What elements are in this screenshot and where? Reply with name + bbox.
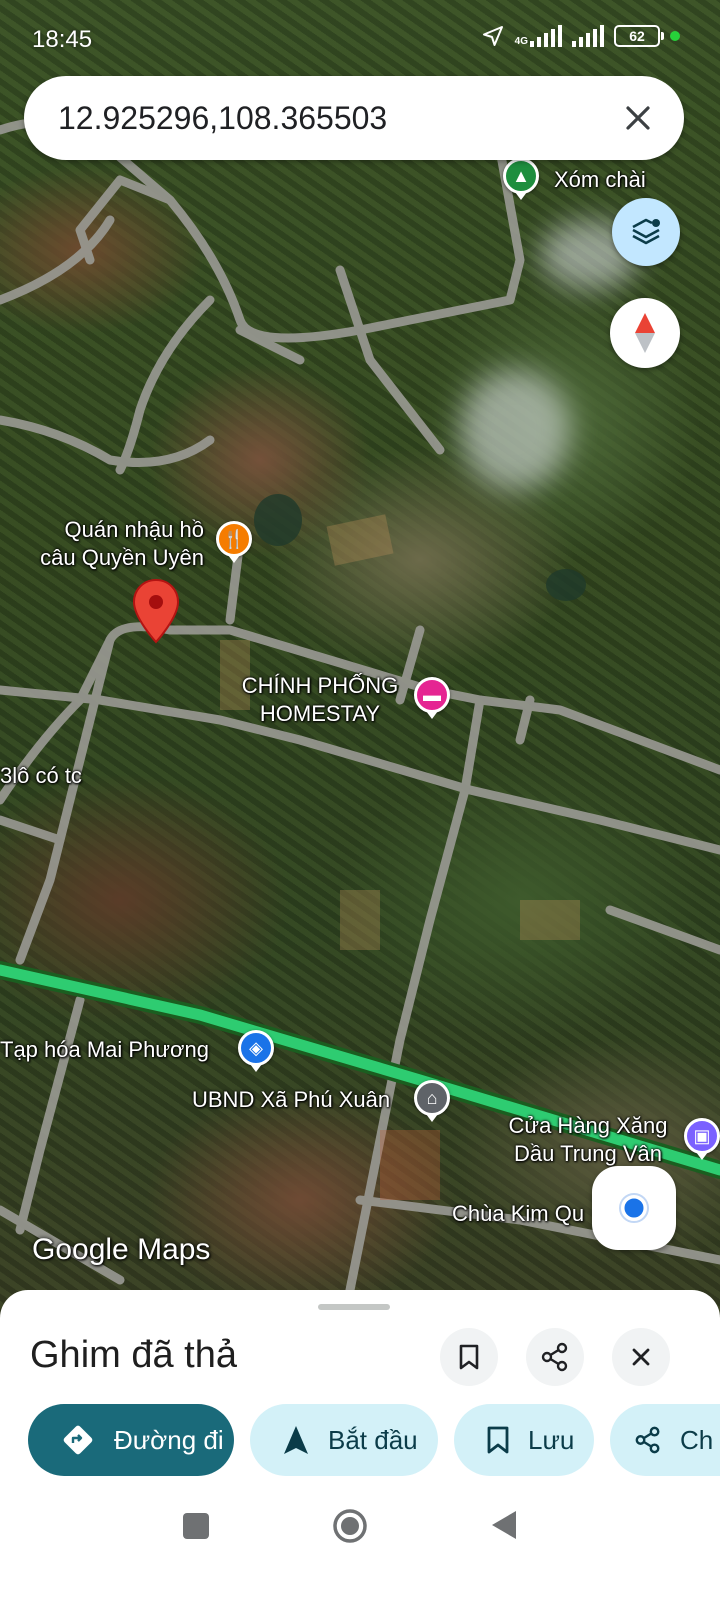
place-label[interactable]: CHÍNH PHỐNG HOMESTAY <box>230 672 410 728</box>
place-label-line: Dầu Trung Vân <box>514 1141 662 1166</box>
compass-button[interactable] <box>610 298 680 368</box>
place-label[interactable]: UBND Xã Phú Xuân <box>192 1086 390 1114</box>
government-icon[interactable]: ⌂ <box>414 1080 450 1122</box>
layers-button[interactable] <box>612 198 680 266</box>
share-icon <box>541 1342 568 1372</box>
place-label-line: Quán nhậu hồ <box>64 517 204 542</box>
road <box>15 635 115 965</box>
directions-icon <box>63 1425 93 1455</box>
pond <box>546 569 586 601</box>
signal-icon <box>530 25 562 47</box>
save-icon-button[interactable] <box>440 1328 498 1386</box>
navigation-arrow-icon <box>284 1426 308 1454</box>
save-button[interactable]: Lưu <box>454 1404 594 1476</box>
my-location-button[interactable] <box>592 1166 676 1250</box>
start-button[interactable]: Bắt đầu <box>250 1404 438 1476</box>
search-bar[interactable]: 12.925296,108.365503 <box>24 76 684 160</box>
place-label[interactable]: Quán nhậu hồ câu Quyền Uyên <box>20 516 204 572</box>
gas-station-icon[interactable]: ▣ <box>684 1118 720 1160</box>
road <box>335 265 445 455</box>
park-icon[interactable]: ▲ <box>503 158 539 200</box>
sheet-title: Ghim đã thả <box>30 1334 237 1376</box>
save-label: Lưu <box>528 1424 575 1455</box>
place-label[interactable]: Xóm chài <box>554 166 646 194</box>
sheet-drag-handle[interactable] <box>318 1304 390 1310</box>
signal-icon <box>572 25 604 47</box>
place-label-line: câu Quyền Uyên <box>40 545 204 570</box>
search-input[interactable]: 12.925296,108.365503 <box>58 100 387 137</box>
status-time: 18:45 <box>32 26 93 53</box>
close-icon[interactable] <box>620 100 656 136</box>
place-label-line: HOMESTAY <box>259 701 381 726</box>
field <box>520 900 580 940</box>
restaurant-icon[interactable]: 🍴 <box>216 521 252 563</box>
directions-label: Đường đi <box>114 1424 224 1455</box>
place-label-line: Cửa Hàng Xăng <box>508 1113 668 1138</box>
battery-level: 62 <box>629 28 645 44</box>
close-sheet-button[interactable] <box>612 1328 670 1386</box>
status-icons: 4G 62 <box>481 24 680 48</box>
map-attribution: Google Maps <box>32 1233 211 1266</box>
place-label[interactable]: Tạp hóa Mai Phương <box>0 1036 209 1064</box>
network-type: 4G <box>514 36 528 47</box>
bookmark-icon <box>459 1344 479 1370</box>
recents-button[interactable] <box>182 1512 210 1540</box>
close-icon <box>632 1348 650 1366</box>
hotel-icon[interactable]: ▬ <box>414 677 450 719</box>
layers-icon <box>632 218 660 245</box>
start-label: Bắt đầu <box>328 1424 418 1455</box>
field <box>326 514 394 566</box>
dropped-pin-icon[interactable] <box>132 578 180 646</box>
place-label[interactable]: Chùa Kim Qu <box>452 1200 584 1228</box>
field <box>380 1130 440 1200</box>
field <box>340 890 380 950</box>
back-button[interactable] <box>490 1509 518 1541</box>
directions-button[interactable]: Đường đi <box>28 1404 234 1476</box>
place-label[interactable]: 3lô có tc <box>0 762 82 790</box>
road <box>0 415 215 467</box>
place-label-line: CHÍNH PHỐNG <box>241 673 399 698</box>
share-icon <box>635 1426 660 1454</box>
road <box>0 815 65 845</box>
bookmark-icon <box>487 1426 509 1454</box>
system-nav-bar <box>0 1490 720 1600</box>
home-button[interactable] <box>331 1507 369 1545</box>
battery-icon: 62 <box>614 25 664 47</box>
share-icon-button[interactable] <box>526 1328 584 1386</box>
cloud <box>460 370 570 490</box>
pond <box>254 494 302 546</box>
compass-icon <box>635 313 655 353</box>
share-button[interactable]: Ch <box>610 1404 720 1476</box>
share-label: Ch <box>680 1424 714 1455</box>
road <box>15 995 85 1235</box>
privacy-indicator-dot <box>670 31 680 41</box>
shopping-bag-icon[interactable]: ◈ <box>238 1030 274 1072</box>
satellite-map[interactable]: ▲ Xóm chài Quán nhậu hồ câu Quyền Uyên 🍴… <box>0 0 720 1330</box>
my-location-icon <box>619 1193 649 1223</box>
place-label[interactable]: Cửa Hàng Xăng Dầu Trung Vân <box>496 1112 680 1168</box>
road <box>605 905 720 955</box>
status-bar: 18:45 4G 62 <box>0 0 720 80</box>
location-arrow-icon <box>482 26 503 46</box>
